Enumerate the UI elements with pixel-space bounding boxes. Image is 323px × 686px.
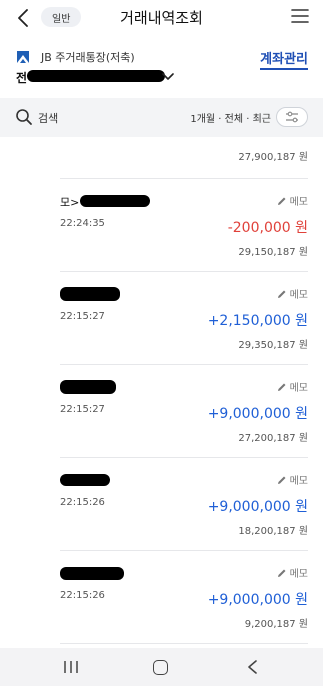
transaction-time: 22:24:35 xyxy=(60,218,105,229)
redacted-description xyxy=(60,380,116,394)
transaction-amount: +9,000,000 원 xyxy=(207,499,308,515)
pencil-icon xyxy=(277,476,286,484)
transaction-amount: +9,000,000 원 xyxy=(207,406,308,422)
nav-back-icon[interactable] xyxy=(246,660,258,674)
pencil-icon xyxy=(277,383,286,391)
memo-button[interactable]: 메모 xyxy=(277,379,308,394)
transaction-balance: 29,150,187 원 xyxy=(238,247,308,258)
memo-label: 메모 xyxy=(289,383,308,394)
transaction-row[interactable]: 메모 22:15:27 +2,150,000 원 29,350,187 원 xyxy=(0,272,323,365)
transaction-balance: 18,200,187 원 xyxy=(238,526,308,537)
memo-label: 메모 xyxy=(289,569,308,580)
mode-badge[interactable]: 일반 xyxy=(41,7,82,27)
back-icon xyxy=(18,9,28,27)
pencil-icon xyxy=(277,569,286,577)
transaction-row[interactable]: 메모 22:15:26 +9,000,000 원 9,200,187 원 xyxy=(0,551,323,644)
memo-button[interactable]: 메모 xyxy=(277,286,308,301)
transaction-amount: +2,150,000 원 xyxy=(207,313,308,329)
pencil-icon xyxy=(277,197,286,205)
system-nav-bar xyxy=(0,648,323,686)
bank-logo-icon xyxy=(17,51,29,63)
transaction-balance: 9,200,187 원 xyxy=(244,619,308,630)
search-bar: 검색 1개월 · 전체 · 최근 xyxy=(0,98,323,137)
redacted-description xyxy=(80,195,150,207)
memo-label: 메모 xyxy=(289,290,308,301)
redacted-account-number[interactable] xyxy=(27,70,165,82)
redacted-description xyxy=(60,474,110,486)
transaction-list[interactable]: -2,250,000 원 27,900,187 원 모> 메모 22:24:35… xyxy=(0,137,323,648)
transaction-row[interactable]: 모> 메모 22:24:35 -200,000 원 29,150,187 원 xyxy=(0,179,323,272)
menu-icon xyxy=(291,9,309,23)
search-label[interactable]: 검색 xyxy=(38,110,58,126)
pencil-icon xyxy=(277,290,286,298)
memo-button[interactable]: 메모 xyxy=(277,193,308,208)
transaction-time: 22:15:27 xyxy=(60,404,105,415)
search-icon[interactable] xyxy=(15,108,33,126)
memo-button[interactable]: 메모 xyxy=(277,565,308,580)
transaction-row[interactable]: -2,250,000 원 27,900,187 원 xyxy=(0,137,323,179)
filter-button[interactable] xyxy=(276,107,308,127)
transaction-time: 22:15:27 xyxy=(60,311,105,322)
account-number-prefix[interactable]: 전 xyxy=(16,69,27,86)
transaction-balance: 29,350,187 원 xyxy=(238,340,308,351)
redacted-description xyxy=(60,287,120,301)
filter-icon xyxy=(286,111,298,123)
transaction-description: 모> xyxy=(60,196,80,209)
transaction-balance: 27,900,187 원 xyxy=(238,152,308,163)
memo-label: 메모 xyxy=(289,197,308,208)
transaction-amount: +9,000,000 원 xyxy=(207,592,308,608)
transaction-time: 22:15:26 xyxy=(60,590,105,601)
transaction-amount-partial: -2,250,000 원 xyxy=(214,137,308,139)
account-section: JB 주거래통장(저축) 전 계좌관리 xyxy=(0,42,323,98)
transaction-row[interactable]: 메모 22:15:26 +9,000,000 원 18,200,187 원 xyxy=(0,458,323,551)
transaction-row[interactable]: 메모 22:15:27 +9,000,000 원 27,200,187 원 xyxy=(0,365,323,458)
account-manage-link[interactable]: 계좌관리 xyxy=(260,48,308,70)
home-icon[interactable] xyxy=(153,660,168,675)
transaction-amount: -200,000 원 xyxy=(227,220,308,236)
memo-button[interactable]: 메모 xyxy=(277,472,308,487)
account-name: JB 주거래통장(저축) xyxy=(41,51,135,64)
redacted-description xyxy=(60,567,124,580)
filter-summary[interactable]: 1개월 · 전체 · 최근 xyxy=(190,110,271,125)
row-divider xyxy=(60,643,308,644)
recents-icon[interactable] xyxy=(62,660,80,674)
app-header: 일반 거래내역조회 xyxy=(0,0,323,38)
chevron-down-icon[interactable] xyxy=(162,72,174,81)
memo-label: 메모 xyxy=(289,476,308,487)
transaction-balance: 27,200,187 원 xyxy=(238,433,308,444)
transaction-time: 22:15:26 xyxy=(60,497,105,508)
back-button[interactable] xyxy=(12,6,34,30)
menu-button[interactable] xyxy=(291,8,309,26)
